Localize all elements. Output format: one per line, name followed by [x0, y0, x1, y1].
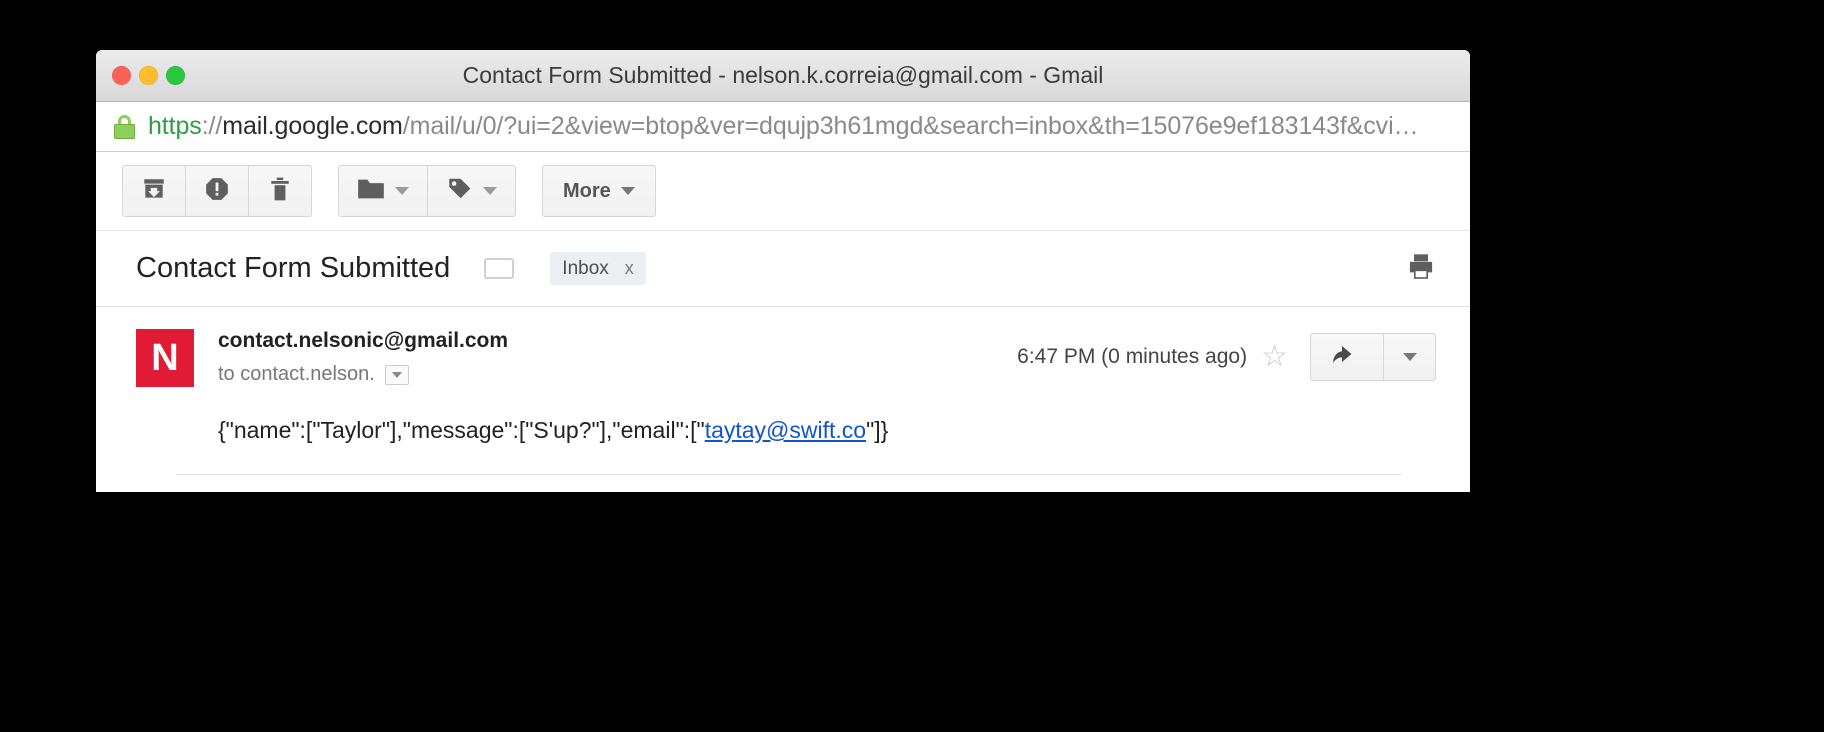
message-header: N contact.nelsonic@gmail.com to contact.… — [136, 329, 1436, 387]
message-body: {"name":["Taylor"],"message":["S'up?"],"… — [218, 417, 1436, 444]
chevron-down-icon — [1402, 353, 1417, 361]
message-timestamp: 6:47 PM (0 minutes ago) — [1017, 345, 1248, 368]
chevron-down-icon — [483, 187, 497, 195]
address-bar[interactable]: https://mail.google.com/mail/u/0/?ui=2&v… — [96, 102, 1470, 152]
close-icon[interactable]: x — [625, 258, 634, 279]
message-actions: 6:47 PM (0 minutes ago) ☆ — [1017, 329, 1436, 381]
email-link[interactable]: taytay@swift.co — [705, 417, 866, 443]
tag-icon — [446, 176, 473, 207]
url-scheme: https — [148, 112, 202, 140]
url-host: mail.google.com — [222, 112, 403, 140]
organize-action-group — [338, 165, 516, 217]
browser-window: Contact Form Submitted - nelson.k.correi… — [96, 50, 1470, 492]
inbox-chip-label: Inbox — [562, 257, 609, 279]
message-divider — [176, 474, 1402, 475]
archive-button[interactable] — [122, 165, 186, 217]
window-title: Contact Form Submitted - nelson.k.correi… — [462, 62, 1104, 88]
page-title: Contact Form Submitted — [136, 252, 451, 284]
label-outline-icon[interactable] — [484, 258, 515, 279]
recipient-line: to contact.nelson. — [218, 363, 1017, 386]
delete-button[interactable] — [249, 165, 312, 217]
title-bar: Contact Form Submitted - nelson.k.correi… — [96, 50, 1470, 102]
sender-address: contact.nelsonic@gmail.com — [218, 329, 509, 352]
chevron-down-icon — [395, 187, 409, 195]
inbox-label-chip[interactable]: Inbox x — [550, 252, 646, 285]
message-body-suffix: "]} — [866, 417, 889, 443]
more-button-label: More — [563, 179, 611, 202]
primary-action-group — [122, 165, 312, 217]
thread-subject-row: Contact Form Submitted Inbox x — [96, 231, 1470, 307]
message-sender-block: contact.nelsonic@gmail.com to contact.ne… — [218, 329, 1017, 386]
star-icon[interactable]: ☆ — [1261, 342, 1288, 372]
chevron-down-icon[interactable] — [384, 364, 409, 385]
move-to-button[interactable] — [338, 165, 428, 217]
lock-icon — [114, 114, 135, 139]
trash-icon — [267, 176, 293, 207]
recipient-address: to contact.nelson. — [218, 363, 375, 385]
url-text[interactable]: https://mail.google.com/mail/u/0/?ui=2&v… — [148, 112, 1419, 141]
reply-button-group — [1310, 333, 1436, 381]
report-spam-button[interactable] — [186, 165, 249, 217]
chevron-down-icon — [620, 187, 635, 195]
reply-arrow-icon — [1332, 343, 1362, 372]
message-body-prefix: {"name":["Taylor"],"message":["S'up?"],"… — [218, 417, 705, 443]
labels-button[interactable] — [428, 165, 516, 217]
url-separator: :// — [201, 112, 223, 140]
avatar: N — [136, 329, 194, 387]
more-button[interactable]: More — [542, 165, 656, 217]
url-path: /mail/u/0/?ui=2&view=btop&ver=dqujp3h61m… — [402, 112, 1419, 140]
spam-icon — [204, 176, 230, 207]
reply-button[interactable] — [1310, 333, 1384, 381]
message-more-button[interactable] — [1384, 333, 1436, 381]
folder-icon — [357, 176, 385, 207]
gmail-toolbar: More — [96, 152, 1470, 231]
message-container: N contact.nelsonic@gmail.com to contact.… — [96, 307, 1470, 475]
printer-icon[interactable] — [1406, 252, 1436, 285]
archive-icon — [141, 176, 167, 207]
